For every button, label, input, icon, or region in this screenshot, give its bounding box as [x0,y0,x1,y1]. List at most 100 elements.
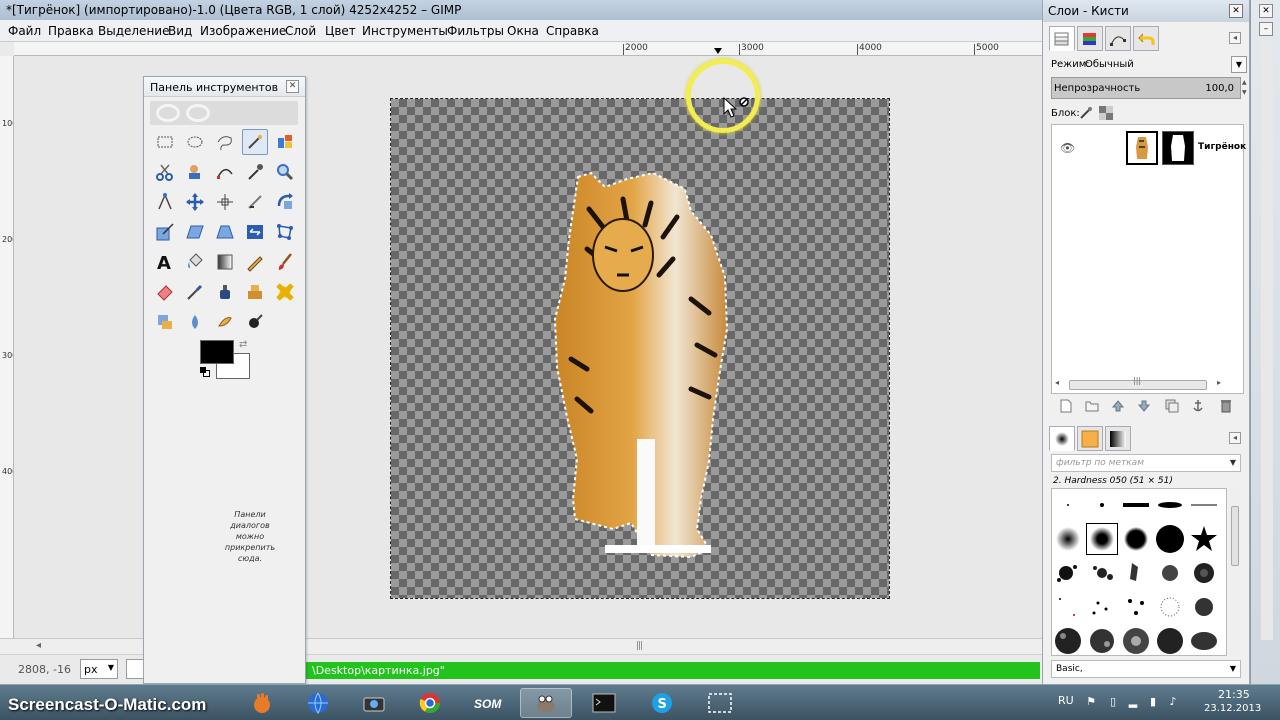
rect-select-tool-icon[interactable] [152,129,178,155]
tab-channels-icon[interactable] [1077,26,1103,51]
brush-grid[interactable] [1051,488,1227,656]
language-indicator[interactable]: RU [1058,694,1074,707]
close-icon[interactable]: ✕ [1259,4,1273,18]
brush-hardness-050-icon[interactable] [1086,523,1118,555]
brush-splatter-icon[interactable] [1086,557,1118,589]
scroll-right-icon[interactable]: ▸ [1217,378,1221,387]
zoom-tool-icon[interactable] [272,159,298,185]
minimize-icon[interactable]: – [1259,22,1273,36]
foreground-select-tool-icon[interactable] [182,159,208,185]
flip-tool-icon[interactable] [242,219,268,245]
brush-hardness-100-icon[interactable] [1154,523,1186,555]
foreground-color-swatch[interactable] [200,340,234,364]
raise-layer-icon[interactable] [1111,399,1125,413]
ellipse-select-tool-icon[interactable] [182,129,208,155]
tab-gradients-icon[interactable] [1105,426,1131,451]
chevron-down-icon[interactable]: ▼ [1230,458,1236,467]
reset-colors-icon[interactable] [200,367,210,377]
window-titlebar[interactable]: *[Тигрёнок] (импортировано)-1.0 (Цвета R… [0,0,1042,20]
shear-tool-icon[interactable] [182,219,208,245]
tab-patterns-icon[interactable] [1077,426,1103,451]
network-icon[interactable]: ▂ [1126,695,1140,709]
free-select-tool-icon[interactable] [212,129,238,155]
taskbar-terminal-icon[interactable] [578,688,630,718]
brush-texture-icon[interactable] [1154,625,1186,655]
signal-icon[interactable]: ▮ [1146,695,1160,709]
brush-pixel-icon[interactable] [1052,489,1084,521]
toolbox-titlebar[interactable]: Панель инструментов ✕ [144,77,305,97]
scissors-tool-icon[interactable] [152,159,178,185]
rotate-tool-icon[interactable] [272,189,298,215]
align-tool-icon[interactable] [212,189,238,215]
lock-alpha-icon[interactable] [1099,106,1113,120]
menu-edit[interactable]: Правка [48,24,94,38]
tab-paths-icon[interactable] [1105,26,1131,51]
crop-tool-icon[interactable] [242,189,268,215]
brush-sparse-icon[interactable] [1154,591,1186,623]
delete-layer-icon[interactable] [1219,399,1233,413]
horizontal-ruler[interactable]: 2000 3000 4000 5000 [14,42,1042,56]
brush-tag-filter[interactable]: фильтр по меткам ▼ [1051,454,1241,472]
layer-row[interactable]: 👁 Тигрёнок [1052,128,1246,168]
vertical-ruler[interactable]: 1000 2000 3000 4000 [0,56,14,642]
menu-color[interactable]: Цвет [325,24,356,38]
taskbar-selection-app-icon[interactable] [694,688,746,718]
pencil-tool-icon[interactable] [242,249,268,275]
layers-horizontal-scrollbar[interactable]: ◂ ||| ▸ [1053,376,1225,390]
taskbar-camera-app-icon[interactable] [348,688,400,718]
brush-ellipse-icon[interactable] [1154,489,1186,521]
new-layer-group-icon[interactable] [1085,399,1099,413]
paintbrush-tool-icon[interactable] [272,249,298,275]
menu-layer[interactable]: Слой [285,24,316,38]
brush-block-icon[interactable] [1120,489,1152,521]
brush-set-select[interactable]: Basic, ▼ [1051,660,1241,678]
menu-help[interactable]: Справка [546,24,599,38]
paths-tool-icon[interactable] [212,159,238,185]
tab-layers-icon[interactable] [1049,26,1075,51]
layer-mask-thumbnail[interactable] [1162,131,1194,165]
brush-star-icon[interactable] [1188,523,1220,555]
select-by-color-tool-icon[interactable] [272,129,298,155]
layers-list[interactable]: 👁 Тигрёнок [1051,124,1246,394]
brush-splatter-icon[interactable] [1188,557,1220,589]
tab-brushes-icon[interactable] [1049,426,1075,451]
clone-tool-icon[interactable] [242,279,268,305]
brush-splatter-icon[interactable] [1154,557,1186,589]
volume-icon[interactable]: ♪ [1166,695,1180,709]
brush-hardness-075-icon[interactable] [1120,523,1152,555]
close-icon[interactable]: ✕ [1229,4,1243,18]
dock-tab-menu-icon[interactable]: ◂ [1229,432,1241,444]
airbrush-tool-icon[interactable] [182,279,208,305]
taskbar-globe-app-icon[interactable] [292,688,344,718]
bucket-fill-tool-icon[interactable] [182,249,208,275]
eraser-tool-icon[interactable] [152,279,178,305]
taskbar-skype-icon[interactable]: S [636,688,688,718]
menu-view[interactable]: Вид [168,24,192,38]
dock-titlebar[interactable]: Слои - Кисти ✕ [1043,0,1249,22]
cage-transform-tool-icon[interactable] [272,219,298,245]
device-icon[interactable]: ▯ [1106,695,1120,709]
swap-colors-icon[interactable]: ⇄ [239,339,247,350]
perspective-clone-tool-icon[interactable] [152,309,178,335]
brush-sparse-icon[interactable] [1086,591,1118,623]
image-layer-transparent[interactable] [390,98,890,599]
menu-tools[interactable]: Инструменты [362,24,448,38]
blur-tool-icon[interactable] [182,309,208,335]
spin-arrows-icon[interactable]: ▲ ▼ [1242,78,1250,98]
blend-tool-icon[interactable] [212,249,238,275]
layer-name[interactable]: Тигрёнок [1198,142,1246,152]
flag-icon[interactable]: ⚑ [1084,695,1098,709]
chevron-down-icon[interactable]: ▼ [1231,56,1247,73]
lock-pixels-icon[interactable] [1079,106,1093,120]
brush-texture-icon[interactable] [1188,625,1220,655]
new-layer-icon[interactable] [1059,399,1073,413]
duplicate-layer-icon[interactable] [1165,399,1179,413]
clock-time[interactable]: 21:35 [1218,688,1250,701]
taskbar-som-app-icon[interactable]: SOM [462,688,514,718]
anchor-layer-icon[interactable] [1191,399,1205,413]
menu-windows[interactable]: Окна [507,24,539,38]
brush-splatter-icon[interactable] [1120,557,1152,589]
taskbar-gimp-icon[interactable] [520,688,572,718]
brush-texture-icon[interactable] [1120,625,1152,655]
perspective-tool-icon[interactable] [212,219,238,245]
